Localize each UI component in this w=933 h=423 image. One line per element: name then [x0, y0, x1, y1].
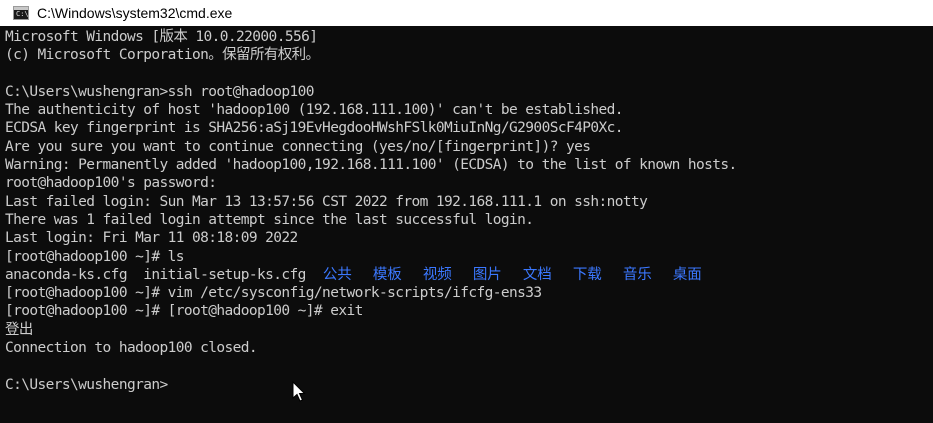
console-line: root@hadoop100's password: [5, 175, 217, 192]
console-output[interactable]: Microsoft Windows [版本 10.0.22000.556] (c… [0, 26, 933, 423]
console-line: ECDSA key fingerprint is SHA256:aSj19EvH… [5, 120, 623, 137]
dir-entry: 下载 [572, 266, 602, 283]
dir-entry: 图片 [472, 266, 502, 283]
console-line: Warning: Permanently added 'hadoop100,19… [5, 157, 737, 174]
console-line: There was 1 failed login attempt since t… [5, 211, 534, 228]
dir-entry: 视频 [422, 266, 452, 283]
ls-files: anaconda-ks.cfg initial-setup-ks.cfg [5, 266, 306, 283]
cmd-icon[interactable]: C:\ [13, 6, 29, 20]
console-line: (c) Microsoft Corporation。保留所有权利。 [5, 47, 320, 64]
dir-entry: 音乐 [622, 266, 652, 283]
title-bar[interactable]: C:\ C:\Windows\system32\cmd.exe [0, 0, 933, 26]
console-line: [root@hadoop100 ~]# ls [5, 248, 184, 265]
console-line: Microsoft Windows [版本 10.0.22000.556] [5, 29, 318, 45]
mouse-pointer-icon [292, 381, 306, 402]
console-line: C:\Users\wushengran>ssh root@hadoop100 [5, 83, 315, 100]
console-line: [root@hadoop100 ~]# vim /etc/sysconfig/n… [5, 285, 542, 302]
console-line: The authenticity of host 'hadoop100 (192… [5, 102, 623, 119]
dir-entry: 桌面 [672, 266, 702, 283]
window-title: C:\Windows\system32\cmd.exe [37, 5, 233, 21]
dir-entry: 公共 [322, 266, 352, 283]
console-line: Last login: Fri Mar 11 08:18:09 2022 [5, 230, 298, 247]
console-line: 登出 [5, 321, 33, 338]
ls-output-line: anaconda-ks.cfg initial-setup-ks.cfg 公共 模板… [5, 266, 933, 284]
dir-entry: 模板 [372, 266, 402, 283]
cmd-window: C:\ C:\Windows\system32\cmd.exe Microsof… [0, 0, 933, 423]
console-line: [root@hadoop100 ~]# [root@hadoop100 ~]# … [5, 303, 363, 320]
dir-entry: 文档 [522, 266, 552, 283]
cmd-icon-prompt: C:\ [16, 10, 29, 18]
console-line: Last failed login: Sun Mar 13 13:57:56 C… [5, 193, 648, 210]
console-line: Are you sure you want to continue connec… [5, 138, 591, 155]
command-prompt[interactable]: C:\Users\wushengran> [5, 376, 933, 394]
console-line: Connection to hadoop100 closed. [5, 340, 258, 357]
